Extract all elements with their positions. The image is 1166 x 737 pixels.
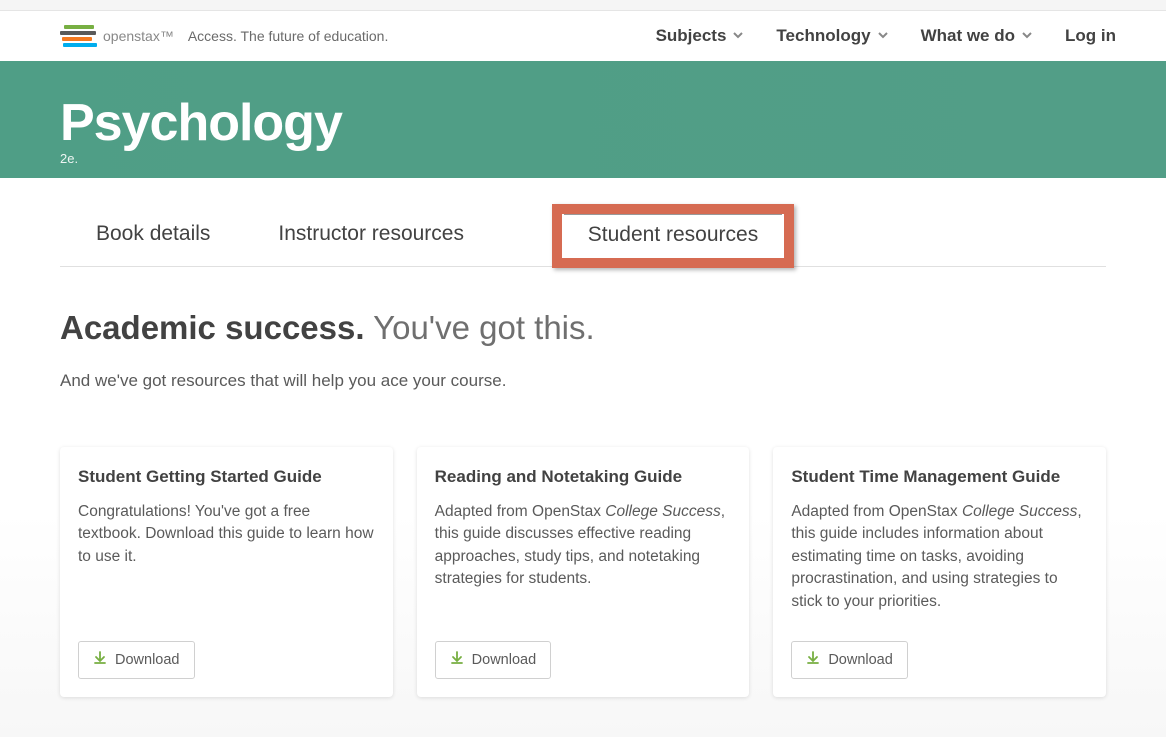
tab-book-details[interactable]: Book details — [96, 222, 210, 266]
page-title: Psychology — [60, 97, 1106, 149]
heading-bold: Academic success. — [60, 309, 365, 346]
main-nav: Subjects Technology What we do Log in — [656, 26, 1116, 46]
button-label: Download — [115, 652, 180, 668]
main-content: Book details Instructor resources Studen… — [0, 178, 1166, 737]
section-subtext: And we've got resources that will help y… — [60, 371, 1106, 391]
card-title: Reading and Notetaking Guide — [435, 467, 732, 487]
tabs-container: Book details Instructor resources Studen… — [0, 178, 1166, 267]
button-label: Download — [828, 652, 893, 668]
resource-cards: Student Getting Started Guide Congratula… — [60, 447, 1106, 697]
card-time-management: Student Time Management Guide Adapted fr… — [773, 447, 1106, 697]
card-desc: Adapted from OpenStax College Success, t… — [791, 501, 1088, 613]
heading-rest: You've got this. — [365, 309, 595, 346]
nav-label: Subjects — [656, 26, 727, 46]
chevron-down-icon — [732, 29, 744, 44]
tabs: Book details Instructor resources Studen… — [60, 222, 1106, 267]
card-title: Student Getting Started Guide — [78, 467, 375, 487]
download-button[interactable]: Download — [791, 641, 908, 679]
tab-student-resources[interactable]: Student resources — [564, 214, 782, 254]
card-title: Student Time Management Guide — [791, 467, 1088, 487]
chevron-down-icon — [877, 29, 889, 44]
content-section: Academic success. You've got this. And w… — [0, 267, 1166, 697]
nav-technology[interactable]: Technology — [776, 26, 888, 46]
tab-instructor-resources[interactable]: Instructor resources — [278, 222, 464, 266]
logo[interactable]: openstax™ — [60, 25, 174, 47]
download-icon — [450, 651, 464, 669]
chevron-down-icon — [1021, 29, 1033, 44]
download-button[interactable]: Download — [435, 641, 552, 679]
card-getting-started: Student Getting Started Guide Congratula… — [60, 447, 393, 697]
card-desc: Congratulations! You've got a free textb… — [78, 501, 375, 613]
logo-text: openstax™ — [103, 28, 174, 44]
card-reading-notetaking: Reading and Notetaking Guide Adapted fro… — [417, 447, 750, 697]
section-heading: Academic success. You've got this. — [60, 309, 1106, 347]
page-subtitle: 2e. — [60, 151, 1106, 166]
top-bar — [0, 0, 1166, 11]
download-button[interactable]: Download — [78, 641, 195, 679]
logo-icon — [60, 25, 97, 47]
tagline: Access. The future of education. — [188, 28, 389, 44]
nav-label: Technology — [776, 26, 870, 46]
nav-what-we-do[interactable]: What we do — [921, 26, 1033, 46]
download-icon — [93, 651, 107, 669]
nav-label: What we do — [921, 26, 1015, 46]
nav-label: Log in — [1065, 26, 1116, 46]
nav-subjects[interactable]: Subjects — [656, 26, 745, 46]
tab-label: Student resources — [588, 223, 758, 247]
site-header: openstax™ Access. The future of educatio… — [0, 11, 1166, 61]
card-desc: Adapted from OpenStax College Success, t… — [435, 501, 732, 613]
nav-login[interactable]: Log in — [1065, 26, 1116, 46]
download-icon — [806, 651, 820, 669]
header-left: openstax™ Access. The future of educatio… — [60, 25, 388, 47]
hero-banner: Psychology 2e. — [0, 61, 1166, 178]
button-label: Download — [472, 652, 537, 668]
